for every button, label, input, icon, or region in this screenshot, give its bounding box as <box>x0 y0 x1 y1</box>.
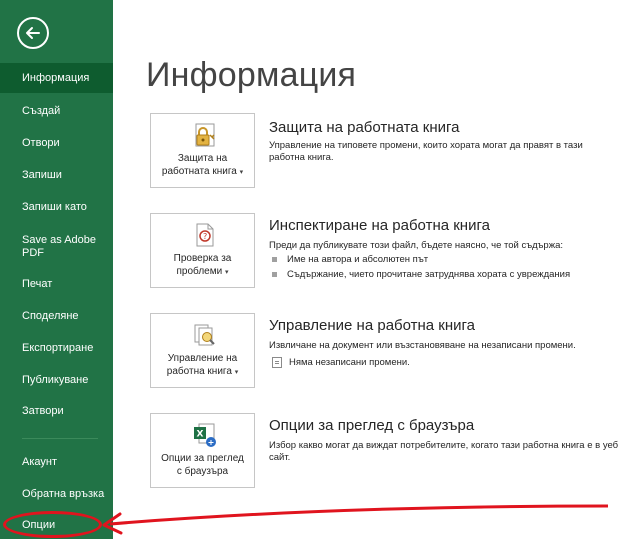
nav-item-label: Акаунт <box>22 455 57 468</box>
page-title: Информация <box>146 56 357 94</box>
svg-text:X: X <box>197 430 204 440</box>
nav-item-label: Информация <box>22 71 90 84</box>
section-title: Управление на работна книга <box>269 317 476 334</box>
nav-item-label: Споделяне <box>22 309 79 322</box>
nav-item-export[interactable]: Експортиране <box>0 334 113 362</box>
svg-text:?: ? <box>203 232 207 241</box>
protect-workbook-button[interactable]: Защита на работната книга ▾ <box>150 113 255 188</box>
chevron-down-icon: ▾ <box>234 369 239 376</box>
nav-item-publish[interactable]: Публикуване <box>0 366 113 394</box>
nav-item-label: Експортиране <box>22 341 94 354</box>
nav-item-label: Обратна връзка <box>22 487 105 500</box>
nav-item-label: Запиши като <box>22 200 87 213</box>
nav-item-feedback[interactable]: Обратна връзка <box>0 480 113 508</box>
nav-item-label: Създай <box>22 104 61 117</box>
bullet-icon <box>272 272 277 277</box>
nav-item-label: Запиши <box>22 168 62 181</box>
nav-item-save[interactable]: Запиши <box>0 161 113 189</box>
section-description: Избор какво могат да виждат потребителит… <box>269 440 619 463</box>
back-button[interactable] <box>17 17 49 49</box>
backstage-sidebar: Информация Създай Отвори Запиши Запиши к… <box>0 0 113 539</box>
nav-item-save-as-adobe-pdf[interactable]: Save as Adobe PDF <box>0 231 100 263</box>
section-title: Инспектиране на работна книга <box>269 217 490 234</box>
list-item: Име на автора и абсолютен път <box>272 254 428 265</box>
section-title: Защита на работната книга <box>269 119 460 136</box>
check-for-issues-button[interactable]: ? Проверка за проблеми ▾ <box>150 213 255 288</box>
section-description: Управление на типовете промени, които хо… <box>269 140 583 163</box>
nav-item-label: Публикуване <box>22 373 89 386</box>
nav-item-account[interactable]: Акаунт <box>0 448 113 476</box>
nav-item-label: Save as Adobe PDF <box>22 234 97 259</box>
section-title: Опции за преглед с браузъра <box>269 417 475 434</box>
highlight-oval <box>3 511 102 538</box>
nav-item-close[interactable]: Затвори <box>0 397 113 425</box>
browser-view-options-icon: X <box>194 423 216 447</box>
nav-item-label: Печат <box>22 277 53 290</box>
section-description: Извличане на документ или възстановяване… <box>269 340 576 351</box>
lock-key-icon <box>195 123 215 147</box>
tile-label: Проверка за проблеми ▾ <box>173 253 232 277</box>
sidebar-divider <box>22 438 98 439</box>
inspect-document-icon: ? <box>196 223 214 247</box>
nav-item-open[interactable]: Отвори <box>0 129 113 157</box>
list-item: Съдържание, чието прочитане затруднява х… <box>272 269 570 280</box>
nav-item-print[interactable]: Печат <box>0 270 113 298</box>
document-icon <box>272 357 282 368</box>
tile-label: Управление на работна книга ▾ <box>166 353 239 377</box>
nav-item-save-as[interactable]: Запиши като <box>0 193 113 221</box>
nav-item-new[interactable]: Създай <box>0 97 113 125</box>
browser-view-options-button[interactable]: X Опции за преглед с браузъра <box>150 413 255 488</box>
tile-label: Защита на работната книга ▾ <box>161 153 244 177</box>
nav-item-label: Отвори <box>22 136 60 149</box>
bullet-icon <box>272 257 277 262</box>
chevron-down-icon: ▾ <box>239 169 244 176</box>
manage-workbook-icon <box>194 324 215 346</box>
tile-label: Опции за преглед с браузъра <box>161 453 244 477</box>
nav-item-label: Затвори <box>22 404 64 417</box>
manage-workbook-button[interactable]: Управление на работна книга ▾ <box>150 313 255 388</box>
section-description: Преди да публикувате този файл, бъдете н… <box>269 240 563 251</box>
chevron-down-icon: ▾ <box>224 269 229 276</box>
arrow-left-icon <box>26 27 40 39</box>
nav-item-share[interactable]: Споделяне <box>0 302 113 330</box>
no-unsaved-changes-note: Няма незаписани промени. <box>272 357 410 368</box>
nav-item-info[interactable]: Информация <box>0 63 113 93</box>
